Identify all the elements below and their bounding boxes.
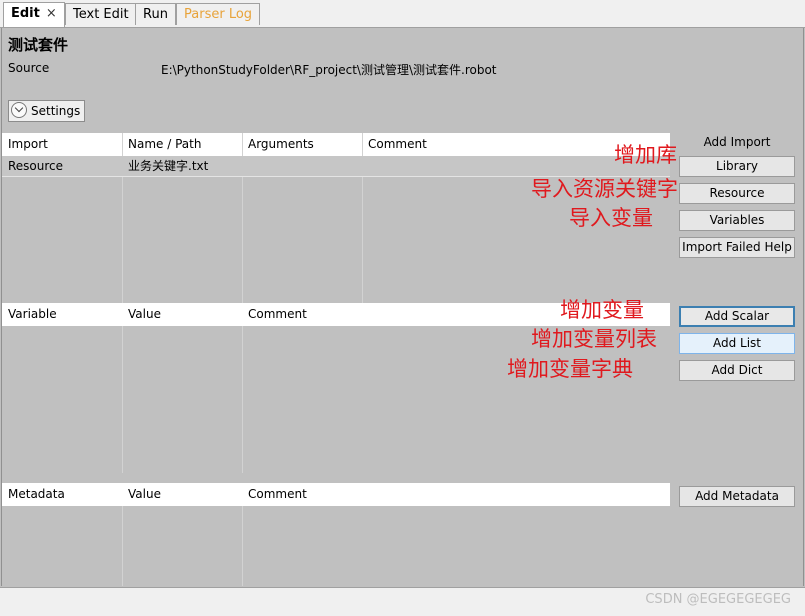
tab-run-label: Run bbox=[143, 7, 168, 22]
annotation-add-library: 增加库 bbox=[614, 143, 677, 167]
suite-editor: 测试套件 Source E:\PythonStudyFolder\RF_proj… bbox=[1, 28, 804, 586]
add-dict-button[interactable]: Add Dict bbox=[679, 360, 795, 381]
add-resource-button[interactable]: Resource bbox=[679, 183, 795, 204]
tab-edit-label: Edit bbox=[11, 6, 40, 21]
suite-title: 测试套件 bbox=[8, 36, 69, 54]
add-library-button[interactable]: Library bbox=[679, 156, 795, 177]
column-header-variable[interactable]: Variable bbox=[2, 303, 122, 326]
add-scalar-button[interactable]: Add Scalar bbox=[679, 306, 795, 327]
add-list-button[interactable]: Add List bbox=[679, 333, 795, 354]
column-header-name-path[interactable]: Name / Path bbox=[122, 133, 242, 156]
column-header-metadata[interactable]: Metadata bbox=[2, 483, 122, 506]
import-arguments-cell[interactable] bbox=[242, 156, 362, 176]
tab-edit[interactable]: Edit × bbox=[3, 2, 65, 27]
chevron-down-icon bbox=[11, 102, 27, 118]
column-header-import[interactable]: Import bbox=[2, 133, 122, 156]
close-icon[interactable]: × bbox=[46, 6, 57, 21]
annotation-add-scalar: 增加变量 bbox=[560, 298, 644, 322]
column-divider bbox=[122, 506, 123, 586]
annotation-add-list: 增加变量列表 bbox=[531, 327, 657, 351]
settings-label: Settings bbox=[31, 104, 81, 118]
settings-toggle-button[interactable]: Settings bbox=[8, 100, 86, 122]
tab-text-edit-label: Text Edit bbox=[73, 7, 129, 22]
metadata-table-header: Metadata Value Comment bbox=[2, 483, 670, 506]
table-row[interactable]: Resource 业务关键字.txt bbox=[2, 156, 670, 177]
import-table-header: Import Name / Path Arguments Comment bbox=[2, 133, 670, 156]
source-path: E:\PythonStudyFolder\RF_project\测试管理\测试套… bbox=[161, 63, 497, 77]
column-header-arguments[interactable]: Arguments bbox=[242, 133, 362, 156]
column-header-value[interactable]: Value bbox=[122, 483, 242, 506]
tab-text-edit[interactable]: Text Edit bbox=[65, 3, 137, 25]
column-divider bbox=[242, 506, 243, 586]
add-import-label: Add Import bbox=[703, 135, 771, 149]
import-path-cell[interactable]: 业务关键字.txt bbox=[122, 156, 242, 176]
add-variables-button[interactable]: Variables bbox=[679, 210, 795, 231]
annotation-import-resource: 导入资源关键字 bbox=[531, 177, 678, 201]
tab-parser-log[interactable]: Parser Log bbox=[176, 3, 261, 25]
add-metadata-button[interactable]: Add Metadata bbox=[679, 486, 795, 507]
source-label: Source bbox=[8, 61, 50, 75]
watermark: CSDN @EGEGEGEGEG bbox=[645, 592, 791, 607]
column-header-comment[interactable]: Comment bbox=[242, 483, 662, 506]
annotation-import-variables: 导入变量 bbox=[569, 206, 653, 230]
metadata-table: Metadata Value Comment bbox=[2, 483, 670, 586]
column-divider bbox=[122, 326, 123, 473]
column-header-value[interactable]: Value bbox=[122, 303, 242, 326]
import-type-cell[interactable]: Resource bbox=[2, 156, 122, 176]
status-bar: CSDN @EGEGEGEGEG bbox=[0, 587, 805, 616]
column-divider bbox=[242, 326, 243, 473]
annotation-add-dict: 增加变量字典 bbox=[507, 357, 633, 381]
tab-run[interactable]: Run bbox=[135, 3, 176, 25]
tab-parser-log-label: Parser Log bbox=[184, 7, 253, 22]
import-failed-help-button[interactable]: Import Failed Help bbox=[679, 237, 795, 258]
tab-bar: Edit × Text Edit Run Parser Log bbox=[0, 0, 805, 28]
